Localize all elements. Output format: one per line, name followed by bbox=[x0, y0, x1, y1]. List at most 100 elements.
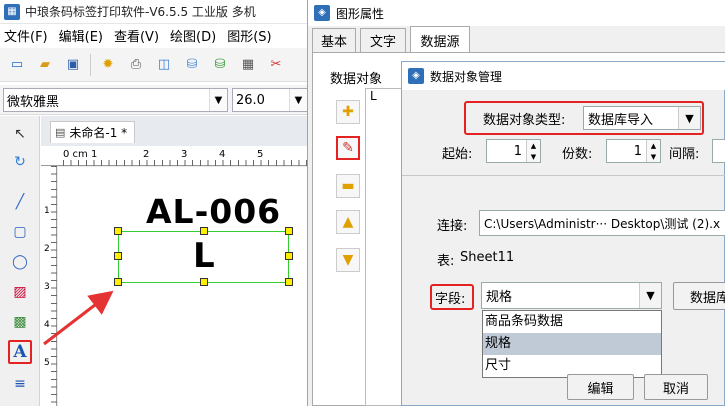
resize-handle[interactable] bbox=[114, 252, 122, 260]
resize-handle[interactable] bbox=[285, 227, 293, 235]
ruler-tick-label: 3 bbox=[181, 149, 188, 160]
tab-data-source[interactable]: 数据源 bbox=[410, 26, 470, 53]
start-label: 起始: bbox=[442, 147, 473, 162]
tab-label: 数据源 bbox=[420, 34, 460, 50]
resize-handle[interactable] bbox=[200, 278, 208, 286]
data-object-list[interactable]: L bbox=[365, 88, 405, 406]
add-icon[interactable]: ✚ bbox=[336, 100, 360, 124]
ruler-tick-label: 2 bbox=[44, 244, 50, 254]
tab-basic[interactable]: 基本 bbox=[312, 28, 356, 52]
field-option[interactable]: 商品条码数据 bbox=[483, 311, 661, 333]
connection-value: C:\Users\Administr··· Desktop\测试 (2).x bbox=[484, 216, 721, 231]
database-icon[interactable]: ⛁ bbox=[181, 54, 203, 76]
resize-handle[interactable] bbox=[114, 278, 122, 286]
ruler-tick-label: 1 bbox=[44, 206, 50, 216]
grid-icon[interactable]: ▦ bbox=[237, 54, 259, 76]
menu-draw[interactable]: 绘图(D) bbox=[170, 26, 216, 45]
interval-input[interactable] bbox=[712, 139, 725, 163]
stepper-arrows-icon[interactable]: ▲ ▼ bbox=[646, 140, 660, 162]
print-preview-icon[interactable]: ◫ bbox=[153, 54, 175, 76]
type-label: 数据对象类型: bbox=[483, 113, 566, 128]
field-dropdown-list[interactable]: 商品条码数据 规格 尺寸 bbox=[482, 310, 662, 378]
dialog-titlebar: ◈ 图形属性 bbox=[308, 0, 725, 26]
tab-text[interactable]: 文字 bbox=[360, 28, 406, 52]
toolbar: ▭ ▰ ▣ ✹ ⎙ ◫ ⛁ ⛁ ▦ ✂ bbox=[0, 48, 312, 82]
dialog-icon: ◈ bbox=[314, 5, 330, 21]
menu-file[interactable]: 文件(F) bbox=[4, 26, 48, 45]
chevron-down-icon[interactable]: ▼ bbox=[639, 283, 661, 308]
ruler-label: 0 cm 1 bbox=[63, 149, 98, 160]
ruler-tick-label: 5 bbox=[44, 358, 50, 368]
font-size-select[interactable]: 26.0 ▼ bbox=[232, 88, 308, 112]
field-label: 字段: bbox=[435, 292, 466, 307]
resize-handle[interactable] bbox=[114, 227, 122, 235]
ruler-ticks bbox=[51, 166, 57, 406]
font-family-select[interactable]: 微软雅黑 ▼ bbox=[3, 88, 228, 112]
list-item[interactable]: L bbox=[366, 89, 404, 103]
data-object-label: 数据对象 bbox=[330, 72, 383, 87]
type-select-value: 数据库导入 bbox=[588, 112, 654, 128]
database-settings-icon[interactable]: ⛁ bbox=[209, 54, 231, 76]
table-value: Sheet11 bbox=[460, 250, 515, 265]
chevron-down-icon[interactable]: ▼ bbox=[209, 89, 227, 111]
copies-stepper[interactable]: 1 ▲ ▼ bbox=[606, 139, 661, 163]
type-select[interactable]: 数据库导入 ▼ bbox=[583, 106, 701, 130]
cancel-button-label: 取消 bbox=[662, 381, 689, 397]
move-down-icon[interactable]: ▼ bbox=[336, 248, 360, 272]
menu-shape[interactable]: 图形(S) bbox=[227, 26, 271, 45]
document-tab[interactable]: ▤ 未命名-1 * bbox=[50, 121, 135, 143]
remove-icon[interactable]: ▬ bbox=[336, 174, 360, 198]
resize-handle[interactable] bbox=[285, 252, 293, 260]
field-option-selected[interactable]: 规格 bbox=[483, 333, 661, 355]
interval-label: 间隔: bbox=[669, 147, 700, 162]
data-object-manager-dialog: ◈ 数据对象管理 数据对象类型: 数据库导入 ▼ 起始: 1 ▲ ▼ 份数: 1 … bbox=[401, 61, 725, 406]
connection-field[interactable]: C:\Users\Administr··· Desktop\测试 (2).x bbox=[479, 210, 725, 236]
image-tool-icon[interactable]: ▨ bbox=[8, 280, 32, 304]
ellipse-tool-icon[interactable]: ◯ bbox=[8, 250, 32, 274]
tab-label: 基本 bbox=[320, 35, 347, 50]
cut-icon[interactable]: ✂ bbox=[265, 54, 287, 76]
line-tool-icon[interactable]: ╱ bbox=[8, 190, 32, 214]
resize-handle[interactable] bbox=[200, 227, 208, 235]
document-tab-title: 未命名-1 * bbox=[69, 126, 128, 140]
rectangle-tool-icon[interactable]: ▢ bbox=[8, 220, 32, 244]
settings-gear-icon[interactable]: ✹ bbox=[97, 54, 119, 76]
copies-label: 份数: bbox=[562, 147, 593, 162]
edit-button[interactable]: 编辑 bbox=[567, 374, 634, 400]
field-select-value: 规格 bbox=[486, 290, 513, 305]
tool-palette: ↖ ↻ ╱ ▢ ◯ ▨ ▩ A ≡ bbox=[0, 116, 40, 406]
print-icon[interactable]: ⎙ bbox=[125, 54, 147, 76]
picture-tool-icon[interactable]: ▩ bbox=[8, 310, 32, 334]
new-file-icon[interactable]: ▭ bbox=[6, 54, 28, 76]
start-value: 1 bbox=[513, 143, 522, 159]
edit-icon[interactable]: ✎ bbox=[336, 136, 360, 160]
toolbar-divider bbox=[90, 53, 91, 76]
cancel-button[interactable]: 取消 bbox=[644, 374, 708, 400]
pointer-tool-icon[interactable]: ↖ bbox=[8, 122, 32, 146]
open-folder-icon[interactable]: ▰ bbox=[34, 54, 56, 76]
ruler-tick-label: 3 bbox=[44, 282, 50, 292]
font-size-value: 26.0 bbox=[236, 92, 265, 108]
field-select[interactable]: 规格 ▼ bbox=[481, 282, 662, 309]
rotate-tool-icon[interactable]: ↻ bbox=[8, 150, 32, 174]
connection-label: 连接: bbox=[437, 219, 468, 234]
menu-view[interactable]: 查看(V) bbox=[114, 26, 159, 45]
label-text-object[interactable]: AL-006 bbox=[146, 192, 281, 231]
chevron-down-icon[interactable]: ▼ bbox=[289, 89, 307, 111]
start-stepper[interactable]: 1 ▲ ▼ bbox=[486, 139, 541, 163]
selected-text-content: L bbox=[193, 236, 215, 276]
menu-edit[interactable]: 编辑(E) bbox=[59, 26, 103, 45]
chevron-down-icon[interactable]: ▼ bbox=[678, 107, 700, 129]
ruler-tick-label: 4 bbox=[219, 149, 226, 160]
move-up-icon[interactable]: ▲ bbox=[336, 210, 360, 234]
save-icon[interactable]: ▣ bbox=[62, 54, 84, 76]
database-button[interactable]: 数据库 bbox=[673, 282, 725, 310]
table-label: 表: bbox=[437, 254, 455, 269]
dialog-icon: ◈ bbox=[408, 68, 424, 84]
text-tool-icon[interactable]: A bbox=[8, 340, 32, 364]
resize-handle[interactable] bbox=[285, 278, 293, 286]
ruler-tick-label: 2 bbox=[143, 149, 150, 160]
app-titlebar: ▦ 中琅条码标签打印软件-V6.5.5 工业版 多机 bbox=[0, 0, 312, 24]
multiline-text-tool-icon[interactable]: ≡ bbox=[8, 372, 32, 396]
stepper-arrows-icon[interactable]: ▲ ▼ bbox=[526, 140, 540, 162]
